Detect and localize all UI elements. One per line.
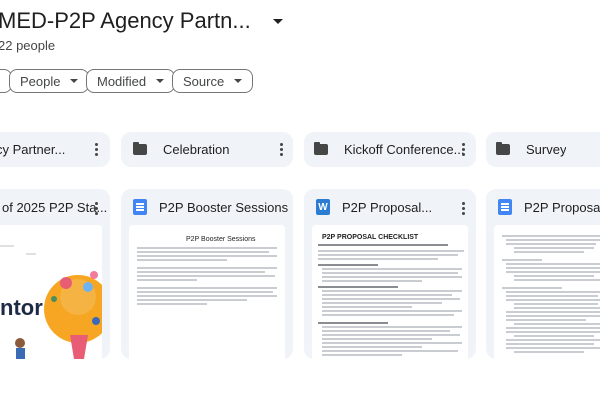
thumbnail-doc-title: P2P PROPOSAL CHECKLIST [322, 234, 419, 241]
google-doc-icon [498, 199, 512, 215]
folder-name: Survey [526, 142, 567, 157]
folder-item[interactable]: Celebration [121, 132, 293, 167]
chevron-down-icon [234, 79, 243, 83]
more-options-icon[interactable] [95, 202, 98, 215]
more-options-icon[interactable] [95, 143, 98, 156]
filter-chip-source[interactable]: Source [172, 69, 254, 93]
folder-item[interactable]: Survey [486, 132, 600, 167]
chevron-down-icon [70, 79, 79, 83]
folder-title[interactable]: MED-P2P Agency Partn... [0, 8, 251, 34]
chevron-down-icon[interactable] [272, 18, 283, 24]
more-options-icon[interactable] [462, 143, 465, 156]
filter-chip-people[interactable]: People [9, 69, 90, 93]
chevron-down-icon [156, 79, 165, 83]
folder-name: cy Partner... [0, 142, 66, 157]
file-card[interactable]: P2P Proposal Rat [486, 189, 600, 359]
word-doc-icon: W [316, 199, 330, 215]
illustration-thumbnail: ntor [0, 225, 102, 359]
file-card[interactable]: W P2P Proposal... P2P PROPOSAL CHECKLIST [304, 189, 476, 359]
file-card[interactable]: of 2025 P2P Sta... ntor [0, 189, 110, 359]
more-options-icon[interactable] [462, 202, 465, 215]
folder-item[interactable]: cy Partner... [0, 132, 110, 167]
folder-name: Kickoff Conference... [344, 142, 465, 157]
file-name: P2P Proposal... [342, 199, 433, 215]
thumbnail-doc-title: P2P Booster Sessions [186, 236, 256, 243]
chip-label: People [20, 73, 61, 89]
folder-icon [496, 142, 510, 155]
file-card[interactable]: P2P Booster Sessions P2P Booster Session… [121, 189, 293, 359]
folder-icon [133, 142, 147, 155]
more-options-icon[interactable] [280, 143, 283, 156]
file-name: P2P Booster Sessions [159, 199, 289, 215]
file-thumbnail: ntor [0, 225, 102, 359]
file-thumbnail [494, 225, 600, 359]
folder-item[interactable]: Kickoff Conference... [304, 132, 476, 167]
google-doc-icon [133, 199, 147, 215]
file-name: of 2025 P2P Sta... [2, 199, 108, 215]
folder-name: Celebration [163, 142, 230, 157]
shared-with-count[interactable]: 22 people [0, 38, 55, 53]
thumbnail-text: ntor [0, 295, 43, 320]
file-name: P2P Proposal Rat [524, 199, 600, 215]
file-thumbnail: P2P Booster Sessions [129, 225, 285, 359]
folder-title-row[interactable]: MED-P2P Agency Partn... [0, 8, 283, 34]
chip-label: Modified [97, 73, 147, 89]
folder-icon [314, 142, 328, 155]
file-thumbnail: P2P PROPOSAL CHECKLIST [312, 225, 468, 359]
filter-chip-modified[interactable]: Modified [86, 69, 176, 93]
chip-label: Source [183, 73, 225, 89]
